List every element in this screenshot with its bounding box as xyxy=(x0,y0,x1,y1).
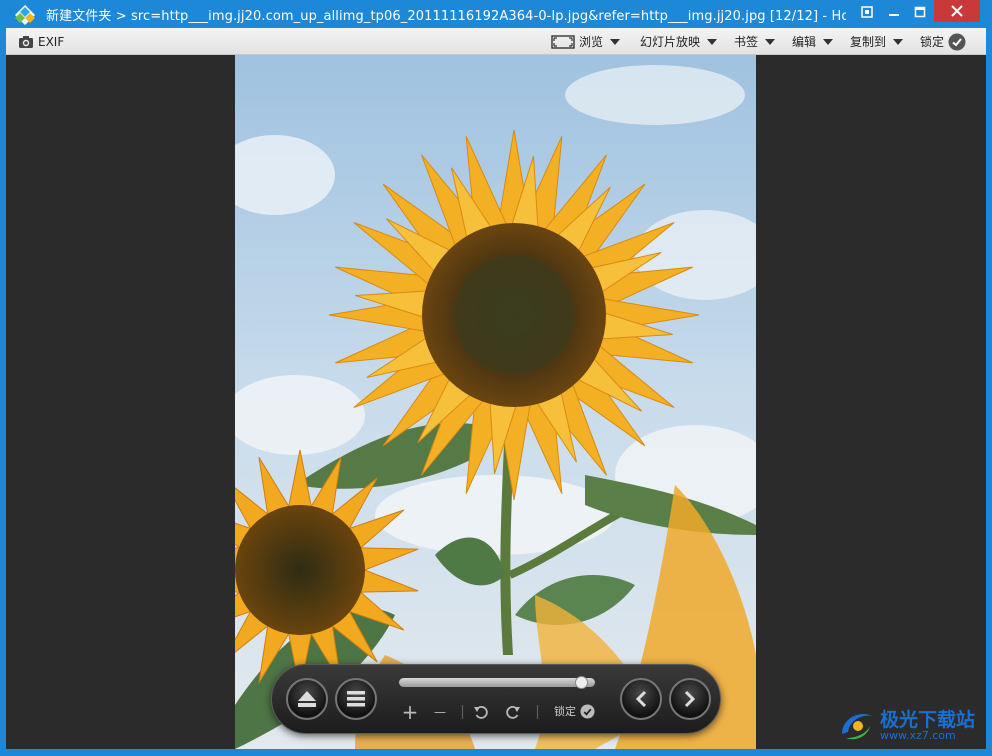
toolbar: EXIF 浏览 幻灯片放映 书签 编辑 复制到 锁定 xyxy=(6,28,986,55)
divider xyxy=(462,705,463,719)
app-logo-icon xyxy=(15,5,35,25)
progress-slider[interactable] xyxy=(399,676,595,689)
maximize-button[interactable] xyxy=(906,0,934,24)
sunflower-photo[interactable] xyxy=(235,55,756,749)
copy-to-menu[interactable]: 复制到 xyxy=(850,28,904,55)
menu-button[interactable] xyxy=(335,678,377,720)
slideshow-menu[interactable]: 幻灯片放映 xyxy=(640,28,718,55)
camera-icon xyxy=(19,35,33,48)
zoom-out-button[interactable]: — xyxy=(430,701,450,723)
title-bar[interactable]: 新建文件夹 > src=http___img.jj20.com_up_allim… xyxy=(0,0,992,28)
minimize-button[interactable] xyxy=(880,0,908,24)
rotate-left-icon xyxy=(474,706,488,719)
plus-icon: + xyxy=(401,700,419,724)
fullscreen-icon xyxy=(861,6,873,18)
eject-button[interactable] xyxy=(286,678,328,720)
rotate-right-icon xyxy=(506,706,520,719)
chevron-down-icon xyxy=(893,38,904,45)
site-watermark: 极光下载站 www.xz7.com xyxy=(836,702,986,750)
eject-icon xyxy=(298,691,316,707)
sunflower-image xyxy=(235,55,756,749)
watermark-url: www.xz7.com xyxy=(880,729,956,742)
zoom-in-button[interactable]: + xyxy=(400,700,420,724)
progress-slider-handle[interactable] xyxy=(575,676,588,689)
copy-to-label: 复制到 xyxy=(850,35,887,49)
close-icon xyxy=(951,5,963,17)
bookmark-label: 书签 xyxy=(734,35,759,49)
menu-icon xyxy=(347,691,365,707)
chevron-down-icon xyxy=(823,38,834,45)
exif-label: EXIF xyxy=(38,34,65,49)
exif-button[interactable]: EXIF xyxy=(18,28,64,55)
edit-menu[interactable]: 编辑 xyxy=(792,28,834,55)
window-title: 新建文件夹 > src=http___img.jj20.com_up_allim… xyxy=(46,9,846,24)
watermark-logo-icon xyxy=(842,714,872,740)
lock-toggle[interactable]: 锁定 xyxy=(920,28,966,55)
chevron-down-icon xyxy=(765,38,776,45)
divider xyxy=(537,705,538,719)
maximize-icon xyxy=(914,6,926,18)
chevron-down-icon xyxy=(707,38,718,45)
app-window: 新建文件夹 > src=http___img.jj20.com_up_allim… xyxy=(0,0,992,756)
minimize-icon xyxy=(889,14,899,16)
check-circle-icon xyxy=(948,33,966,50)
next-image-button[interactable] xyxy=(669,678,711,720)
rotate-right-button[interactable] xyxy=(503,701,523,723)
slideshow-label: 幻灯片放映 xyxy=(640,35,701,49)
browse-label: 浏览 xyxy=(579,35,604,49)
lock-label: 锁定 xyxy=(554,705,576,718)
bookmark-menu[interactable]: 书签 xyxy=(734,28,776,55)
close-button[interactable] xyxy=(934,0,980,22)
minus-icon: — xyxy=(434,705,446,719)
chevron-right-icon xyxy=(684,690,696,708)
lock-toggle-bottom[interactable]: 锁定 xyxy=(554,703,595,719)
chevron-down-icon xyxy=(610,38,621,45)
image-viewer[interactable]: + — 锁定 xyxy=(6,55,986,749)
chevron-left-icon xyxy=(635,690,647,708)
browse-menu[interactable]: 浏览 xyxy=(551,28,621,55)
previous-image-button[interactable] xyxy=(620,678,662,720)
check-circle-icon xyxy=(580,703,595,719)
fullscreen-button[interactable] xyxy=(856,0,878,24)
watermark-title: 极光下载站 xyxy=(880,709,976,731)
lock-label: 锁定 xyxy=(920,35,945,49)
browse-frame-icon xyxy=(551,34,575,49)
playback-control-bar: + — 锁定 xyxy=(271,664,721,734)
rotate-left-button[interactable] xyxy=(471,701,491,723)
edit-label: 编辑 xyxy=(792,35,817,49)
